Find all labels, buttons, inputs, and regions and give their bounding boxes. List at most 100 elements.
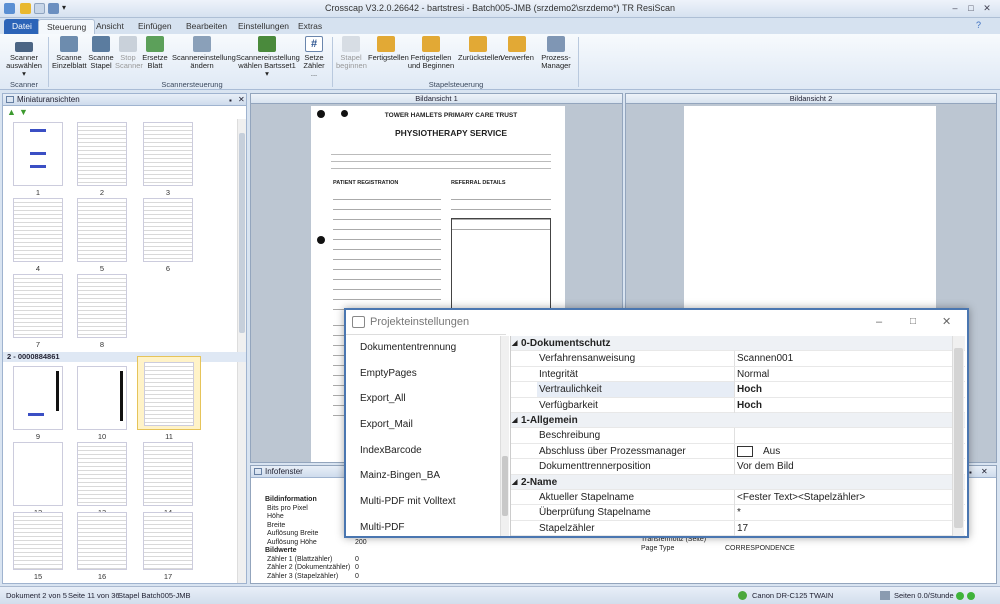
scanner-check-icon — [258, 36, 276, 52]
group-batch-control: Stapelsteuerung — [428, 80, 484, 89]
arrow-down-icon[interactable]: ▼ — [19, 107, 28, 117]
dialog-close-button[interactable]: ✕ — [942, 310, 951, 334]
scanner-select-button[interactable]: Scanner auswählen ▾ — [4, 36, 44, 78]
maximize-button[interactable]: □ — [964, 2, 978, 14]
thumbnail-label: 9 — [35, 432, 41, 441]
thumbnail-page[interactable] — [77, 442, 127, 506]
property-category[interactable]: ◢ 1-Allgemein — [511, 412, 965, 429]
project-list-scrollbar[interactable] — [500, 336, 509, 536]
property-category[interactable]: ◢ 2-Name — [511, 474, 965, 490]
project-list-item[interactable]: IndexBarcode — [346, 438, 506, 464]
thumbnail-page[interactable] — [77, 198, 127, 262]
thumbnail-page[interactable] — [77, 274, 127, 338]
group-separator — [332, 37, 333, 87]
tab-extras[interactable]: Extras — [290, 19, 330, 34]
property-row[interactable]: Vertraulichkeit Hoch — [511, 382, 965, 398]
thumbnail-page[interactable] — [13, 366, 63, 430]
property-row[interactable]: Stapelzähler 17 — [511, 520, 965, 537]
tab-bearbeiten[interactable]: Bearbeiten — [178, 19, 235, 34]
dialog-minimize-button[interactable]: – — [876, 310, 882, 334]
property-row[interactable]: Verfahrensanweisung Scannen001 — [511, 351, 965, 367]
thumbnail-page[interactable] — [77, 122, 127, 186]
pin-icon[interactable]: ▪ — [969, 467, 972, 479]
property-row[interactable]: Abschluss über Prozessmanager Aus — [511, 443, 965, 460]
finish-folder-icon — [377, 36, 395, 52]
property-row[interactable]: Dokumenttrennerposition Vor dem Bild — [511, 459, 965, 475]
thumbnail-scrollbar[interactable] — [237, 119, 246, 583]
scrollbar-thumb[interactable] — [502, 456, 508, 516]
title-bar: ▾ Crosscap V3.2.0.26642 - bartstresi - B… — [0, 0, 1000, 18]
thumbnail-label: 3 — [165, 188, 171, 197]
project-list-item[interactable]: Multi-PDF mit Volltext — [346, 489, 506, 515]
project-list-item[interactable]: Export_All — [346, 386, 506, 412]
thumbnail-page[interactable] — [143, 442, 193, 506]
scan-single-label: Scanne Einzelblatt — [52, 53, 87, 70]
thumbnail-page[interactable] — [77, 366, 127, 430]
help-icon[interactable]: ? — [976, 20, 981, 30]
finish-button[interactable]: Fertigstellen — [368, 36, 409, 62]
dialog-title-bar: Projekteinstellungen – □ ✕ — [346, 310, 967, 334]
close-button[interactable]: ✕ — [980, 2, 994, 14]
thumbnail-page-selected[interactable] — [144, 362, 194, 426]
arrow-up-icon[interactable]: ▲ — [7, 107, 16, 117]
minimize-button[interactable]: – — [948, 2, 962, 14]
thumbnail-page[interactable] — [143, 512, 193, 570]
thumbnail-page[interactable] — [13, 442, 63, 506]
project-list-item[interactable]: Export_Mail — [346, 412, 506, 438]
thumbnail-page[interactable] — [77, 512, 127, 570]
tab-ansicht[interactable]: Ansicht — [88, 19, 132, 34]
batch-header[interactable]: 2 - 0000884861 — [3, 352, 246, 362]
project-list-item[interactable]: Mainz-Bingen_BA — [346, 463, 506, 489]
tab-steuerung[interactable]: Steuerung — [38, 19, 96, 34]
replace-sheet-button[interactable]: Ersetze Blatt — [142, 36, 168, 70]
referral-details-label: REFERRAL DETAILS — [451, 180, 506, 186]
scanner-settings-button[interactable]: Scannereinstellung ändern — [172, 36, 236, 70]
property-grid-scrollbar[interactable] — [952, 336, 964, 536]
info-right-grid: Transfermotiz (Seite) Page Type CORRESPON… — [641, 536, 981, 553]
tab-einfuegen[interactable]: Einfügen — [130, 19, 180, 34]
stop-scanner-button[interactable]: Stop Scanner — [115, 36, 143, 70]
scrollbar-thumb[interactable] — [954, 348, 963, 528]
scan-batch-button[interactable]: Scanne Stapel — [88, 36, 114, 70]
group-separator — [578, 37, 579, 87]
property-category[interactable]: ◢ 0-Dokumentschutz — [511, 336, 965, 352]
close-pane-icon[interactable]: ✕ — [981, 466, 988, 478]
property-row[interactable]: Überprüfung Stapelname * — [511, 505, 965, 521]
set-counter-label: Setze Zähler ... — [303, 53, 325, 78]
toggle-checkbox[interactable] — [737, 445, 753, 457]
close-pane-icon[interactable]: ✕ — [238, 94, 245, 106]
thumbnail-pane-header: Miniaturansichten ▪ ✕ — [3, 94, 246, 106]
reset-button[interactable]: Zurückstellen — [458, 36, 503, 62]
process-manager-button[interactable]: Prozess-Manager — [538, 36, 574, 70]
scanner-settings-label: Scannereinstellung ändern — [172, 53, 236, 70]
thumbnail-page[interactable] — [13, 198, 63, 262]
thumbnail-page[interactable] — [13, 512, 63, 570]
project-list-item[interactable]: Multi-PDF — [346, 515, 506, 541]
project-list-item[interactable]: Dokumententrennung — [346, 335, 506, 361]
tab-datei[interactable]: Datei — [4, 19, 40, 34]
tab-einstellungen[interactable]: Einstellungen — [230, 19, 297, 34]
scanner-settings-batch-button[interactable]: Scannereinstellung wählen Bartsset1 ▾ — [236, 36, 300, 78]
start-batch-button[interactable]: Stapel beginnen — [336, 36, 367, 70]
thumbnail-page[interactable] — [143, 198, 193, 262]
scanner-status-icon — [738, 591, 747, 600]
finish-and-start-button[interactable]: Fertigstellen und Beginnen — [406, 36, 456, 70]
thumbnail-page[interactable] — [13, 274, 63, 338]
scan-single-button[interactable]: Scanne Einzelblatt — [52, 36, 87, 70]
property-row[interactable]: Verfügbarkeit Hoch — [511, 397, 965, 413]
finish-and-start-label: Fertigstellen und Beginnen — [407, 53, 455, 70]
property-row[interactable]: Integrität Normal — [511, 366, 965, 383]
thumbnail-label: 16 — [97, 572, 107, 581]
scrollbar-thumb[interactable] — [239, 133, 245, 333]
thumbnail-label: 10 — [97, 432, 107, 441]
set-counter-button[interactable]: # Setze Zähler ... — [300, 36, 328, 78]
property-row[interactable]: Aktueller Stapelname <Fester Text><Stapel… — [511, 489, 965, 506]
dialog-maximize-button[interactable]: □ — [910, 310, 916, 334]
discard-button[interactable]: Verwerfen — [500, 36, 534, 62]
group-scanner-control: Scannersteuerung — [161, 80, 223, 89]
project-list-item[interactable]: EmptyPages — [346, 361, 506, 387]
thumbnail-page[interactable] — [143, 122, 193, 186]
thumbnail-page[interactable] — [13, 122, 63, 186]
property-row[interactable]: Beschreibung — [511, 428, 965, 444]
scan-single-icon — [60, 36, 78, 52]
